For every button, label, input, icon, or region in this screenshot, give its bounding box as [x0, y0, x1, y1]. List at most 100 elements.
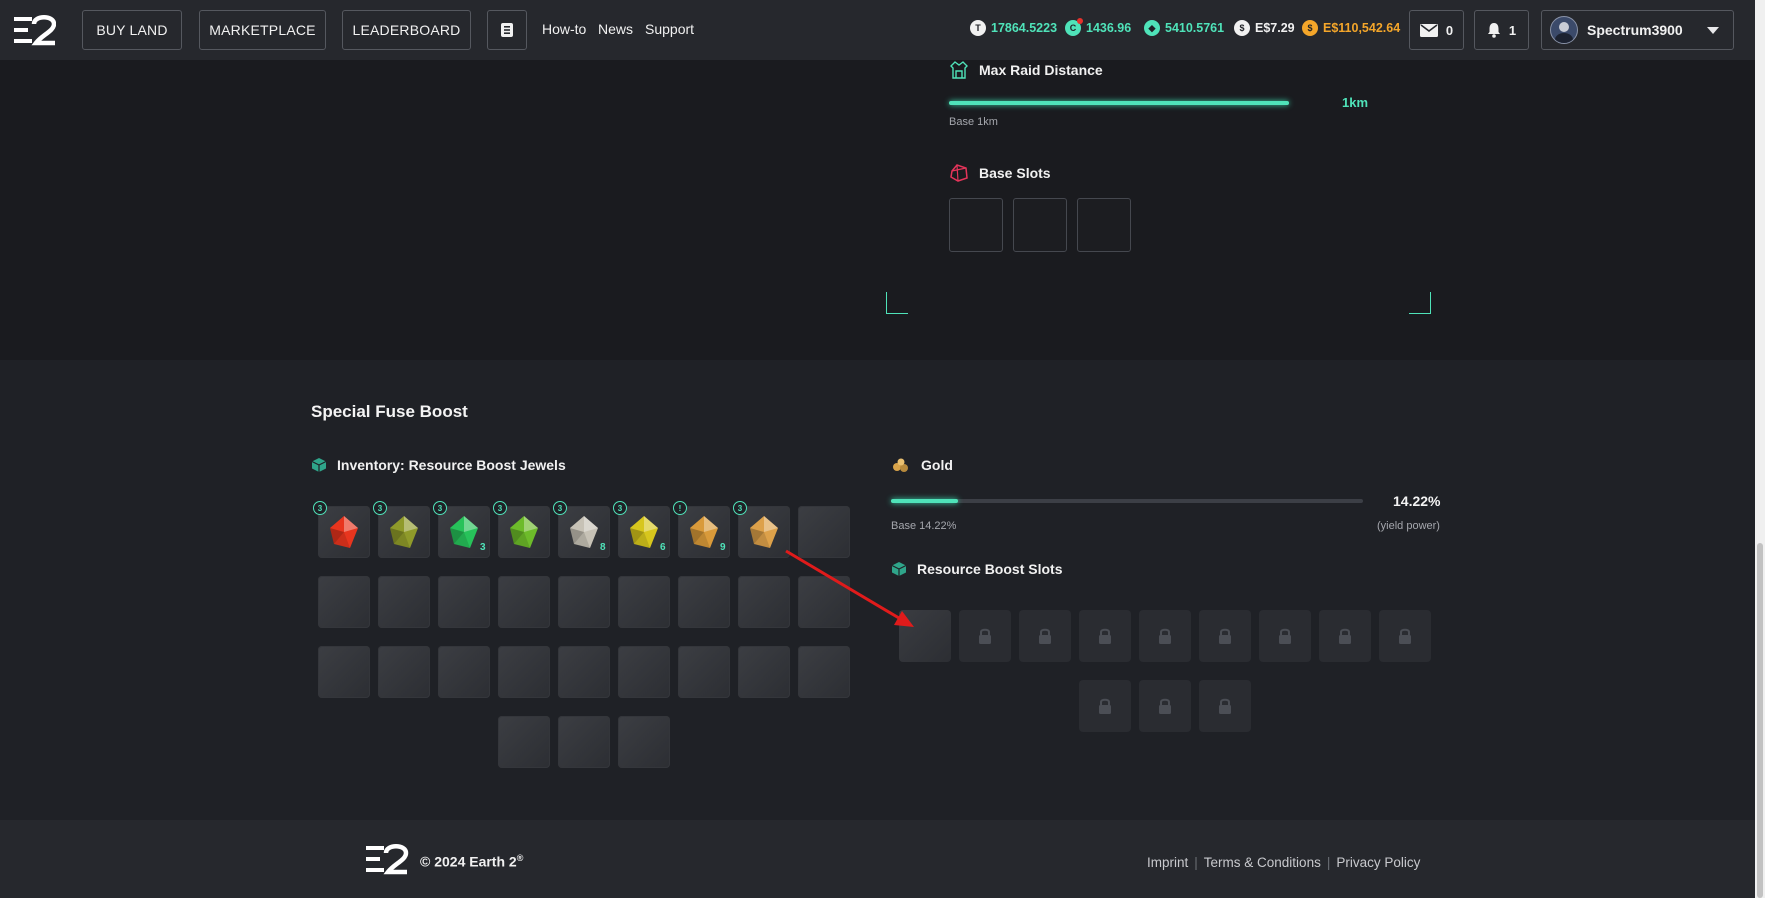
- empty-jewel-slot[interactable]: [318, 646, 370, 698]
- jewel-gem-icon: [630, 516, 658, 548]
- resource-boost-slot-locked[interactable]: [1319, 610, 1371, 662]
- document-button[interactable]: [487, 10, 527, 50]
- empty-jewel-slot[interactable]: [438, 646, 490, 698]
- resource-boost-slot-locked[interactable]: [1139, 680, 1191, 732]
- base-slot[interactable]: [949, 198, 1003, 252]
- jewel-tier-badge: 3: [553, 501, 567, 515]
- footer: © 2024 Earth 2® Imprint | Terms & Condit…: [0, 820, 1755, 898]
- empty-jewel-slot[interactable]: [558, 716, 610, 768]
- empty-jewel-slot[interactable]: [738, 646, 790, 698]
- empty-jewel-slot[interactable]: [318, 576, 370, 628]
- jewel-slot[interactable]: ! 9: [673, 501, 730, 558]
- raid-panel-section: Max Raid Distance 1km Base 1km Base Slot…: [0, 60, 1755, 360]
- empty-jewel-slot[interactable]: [558, 576, 610, 628]
- privacy-policy-link[interactable]: Privacy Policy: [1336, 855, 1420, 870]
- special-fuse-boost-title: Special Fuse Boost: [311, 402, 468, 421]
- raid-distance-bar-fill: [949, 101, 1289, 105]
- ether-balance[interactable]: ◆ 5410.5761: [1144, 20, 1224, 36]
- resource-boost-slot-locked[interactable]: [1079, 610, 1131, 662]
- empty-jewel-slot[interactable]: [378, 576, 430, 628]
- notification-count: 1: [1508, 22, 1517, 38]
- jewel-tier-badge: 3: [493, 501, 507, 515]
- jewel-slot[interactable]: 33: [433, 501, 490, 558]
- raid-distance-bar: [949, 101, 1289, 105]
- jewel-slot[interactable]: 3: [493, 501, 550, 558]
- max-raid-distance-heading: Max Raid Distance: [949, 60, 1103, 80]
- buy-land-button[interactable]: BUY LAND: [82, 10, 182, 50]
- empty-jewel-slot[interactable]: [558, 646, 610, 698]
- gold-yield-value: 14.22%: [1393, 493, 1441, 509]
- empty-jewel-slot[interactable]: [798, 646, 850, 698]
- earth2-footer-logo-icon[interactable]: [362, 843, 412, 875]
- empty-jewel-slot[interactable]: [378, 646, 430, 698]
- scrollbar-thumb[interactable]: [1757, 543, 1763, 898]
- civilian-icon: C: [1065, 18, 1083, 36]
- lock-icon: [1159, 628, 1171, 644]
- leaderboard-button[interactable]: LEADERBOARD: [342, 10, 471, 50]
- jewel-tier-badge: 3: [433, 501, 447, 515]
- notifications-button[interactable]: 1: [1474, 10, 1529, 50]
- earth2-logo-icon[interactable]: [14, 14, 56, 46]
- tokens-balance[interactable]: T 17864.5223: [970, 20, 1057, 36]
- cash-balance[interactable]: $ E$7.29: [1234, 20, 1295, 36]
- jewel-slot[interactable]: 3: [313, 501, 370, 558]
- empty-jewel-slot[interactable]: [498, 576, 550, 628]
- empty-jewel-slot[interactable]: [498, 716, 550, 768]
- token-icon: T: [970, 20, 986, 36]
- mail-icon: [1419, 23, 1438, 37]
- lock-icon: [979, 628, 991, 644]
- jewel-slot[interactable]: 38: [553, 501, 610, 558]
- copyright-text: © 2024 Earth 2®: [420, 853, 524, 870]
- username: Spectrum3900: [1587, 22, 1683, 38]
- gold-yield-bar-fill: [891, 499, 959, 503]
- empty-jewel-slot[interactable]: [618, 716, 670, 768]
- how-to-link[interactable]: How-to: [542, 21, 586, 37]
- jewel-quantity: 9: [720, 542, 726, 553]
- imprint-link[interactable]: Imprint: [1147, 855, 1188, 870]
- footer-separator: |: [1194, 855, 1198, 870]
- red-arrow-annotation: [785, 549, 914, 627]
- resource-boost-slot-locked[interactable]: [1079, 680, 1131, 732]
- resource-boost-slot-locked[interactable]: [959, 610, 1011, 662]
- base-slot[interactable]: [1013, 198, 1067, 252]
- gold-yield-bar: [891, 499, 1363, 503]
- footer-separator: |: [1326, 855, 1331, 870]
- resource-boost-slot-locked[interactable]: [1199, 680, 1251, 732]
- essence-balance[interactable]: $ E$110,542.64: [1302, 20, 1400, 36]
- jewel-quantity: 8: [600, 542, 606, 553]
- resource-boost-slot-locked[interactable]: [1259, 610, 1311, 662]
- jewel-slot[interactable]: 36: [613, 501, 670, 558]
- resource-boost-slot-locked[interactable]: [1139, 610, 1191, 662]
- lock-icon: [1219, 628, 1231, 644]
- mail-button[interactable]: 0: [1409, 10, 1464, 50]
- marketplace-button[interactable]: MARKETPLACE: [199, 10, 326, 50]
- empty-jewel-slot[interactable]: [678, 646, 730, 698]
- jewel-gem-icon: [450, 516, 478, 548]
- terms-link[interactable]: Terms & Conditions: [1204, 855, 1321, 870]
- empty-jewel-slot[interactable]: [618, 576, 670, 628]
- essence-icon: $: [1302, 20, 1318, 36]
- lock-icon: [1159, 698, 1171, 714]
- user-menu[interactable]: Spectrum3900: [1541, 10, 1734, 50]
- civilians-balance[interactable]: C 1436.96: [1065, 18, 1131, 36]
- resource-boost-slot-locked[interactable]: [1199, 610, 1251, 662]
- jewel-tier-badge: 3: [313, 501, 327, 515]
- jewel-gem-icon: [570, 516, 598, 548]
- resource-boost-slot-locked[interactable]: [1379, 610, 1431, 662]
- support-link[interactable]: Support: [645, 21, 694, 37]
- gold-heading: Gold: [891, 457, 953, 473]
- inventory-heading: Inventory: Resource Boost Jewels: [311, 457, 566, 473]
- news-link[interactable]: News: [598, 21, 633, 37]
- jewel-slot[interactable]: 3: [373, 501, 430, 558]
- frame-corner-left: [886, 292, 908, 314]
- empty-jewel-slot[interactable]: [438, 576, 490, 628]
- base-slot[interactable]: [1077, 198, 1131, 252]
- jewel-tier-badge: 3: [613, 501, 627, 515]
- top-nav-bar: BUY LAND MARKETPLACE LEADERBOARD How-to …: [0, 0, 1765, 60]
- empty-jewel-slot[interactable]: [618, 646, 670, 698]
- lock-icon: [1099, 628, 1111, 644]
- gold-nuggets-icon: [893, 458, 908, 472]
- empty-jewel-slot[interactable]: [678, 576, 730, 628]
- resource-boost-slot-locked[interactable]: [1019, 610, 1071, 662]
- empty-jewel-slot[interactable]: [498, 646, 550, 698]
